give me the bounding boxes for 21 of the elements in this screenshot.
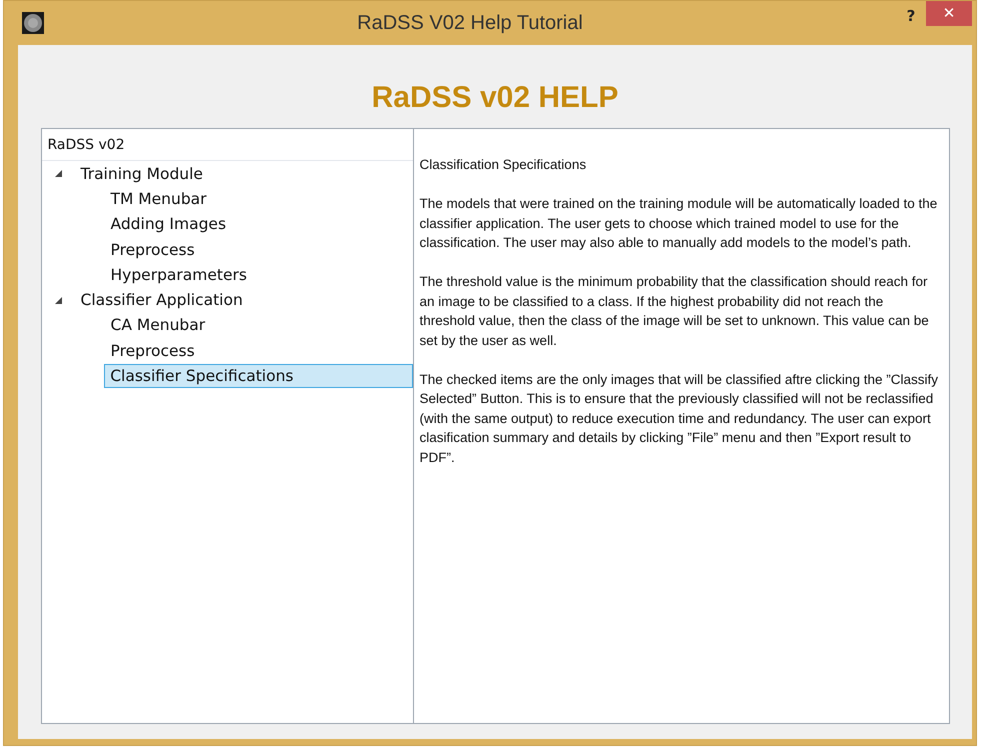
tree-item[interactable]: Classifier Specifications: [104, 364, 412, 388]
tree-item[interactable]: Classifier Application: [74, 288, 249, 312]
tree-item[interactable]: Hyperparameters: [104, 262, 253, 287]
paragraph: The checked items are the only images that will be classified aftre clicking the ”Classify Selected” Button. This is to ensure that the previously classified will not be reclassified (with the same output) to reduce execution time and redundancy. The user can export clasification summary and details by clicking ”File” menu and then ”Export result to PDF”.: [420, 370, 939, 466]
window-title: RaDSS V02 Help Tutorial: [356, 11, 584, 36]
paragraph: The models that were trained on the training module will be automatically loaded to the classifier application. The user gets to choose which trained model to use for the classification. The user may also able to manually add models to the model’s path.: [420, 195, 938, 252]
tree-item[interactable]: CA Menubar: [104, 313, 212, 338]
paragraph: The threshold value is the minimum probability that the classification should reach for an image to be classified to a class. If the highest probability did not reach the threshold value, then the class of the image will be set to unknown. This value can be set by the user as well.: [420, 273, 930, 350]
expanded-triangle-icon[interactable]: [54, 169, 62, 178]
tree-item[interactable]: Preprocess: [104, 238, 201, 262]
tree-item[interactable]: Preprocess: [104, 338, 201, 363]
app-icon[interactable]: [22, 12, 44, 34]
tree-root[interactable]: RaDSS v02: [42, 129, 412, 161]
tree-item[interactable]: TM Menubar: [104, 186, 213, 211]
tree-item[interactable]: Training Module: [74, 162, 209, 186]
expanded-triangle-icon[interactable]: [54, 296, 62, 305]
help-button[interactable]: ?: [896, 1, 926, 31]
help-heading: RaDSS v02 HELP: [372, 80, 618, 116]
close-button[interactable]: ✕: [926, 1, 972, 26]
content-title: Classification Specifications: [420, 156, 588, 174]
tree-item[interactable]: Adding Images: [104, 212, 232, 236]
